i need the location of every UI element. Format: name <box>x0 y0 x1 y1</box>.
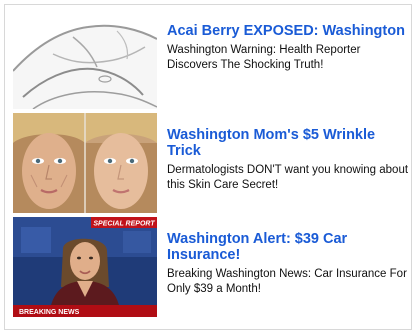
ad-headline[interactable]: Acai Berry EXPOSED: Washington <box>167 23 411 39</box>
ad-headline[interactable]: Washington Alert: $39 Car Insurance! <box>167 231 411 263</box>
ad-item-wrinkle[interactable]: Washington Mom's $5 Wrinkle Trick Dermat… <box>11 113 409 213</box>
ad-thumbnail-belly-sketch[interactable] <box>13 9 157 109</box>
ad-description: Breaking Washington News: Car Insurance … <box>167 268 407 295</box>
before-after-faces-image <box>13 113 157 213</box>
special-report-text: SPECIAL REPORT <box>93 221 155 228</box>
ad-headline[interactable]: Washington Mom's $5 Wrinkle Trick <box>167 127 411 159</box>
sponsored-ads-panel: Acai Berry EXPOSED: Washington Washingto… <box>4 4 412 330</box>
breaking-news-text: BREAKING NEWS <box>19 309 80 316</box>
ad-thumbnail-faces[interactable] <box>13 113 157 213</box>
ad-description: Washington Warning: Health Reporter Disc… <box>167 44 361 71</box>
belly-sketch-image <box>13 9 157 109</box>
news-anchor-image: SPECIAL REPORT BREAKING NEWS <box>13 217 157 317</box>
ad-item-acai[interactable]: Acai Berry EXPOSED: Washington Washingto… <box>11 9 409 109</box>
ad-description: Dermatologists DON'T want you knowing ab… <box>167 164 409 191</box>
ad-thumbnail-news-anchor[interactable]: SPECIAL REPORT BREAKING NEWS <box>13 217 157 317</box>
ad-item-car-insurance[interactable]: SPECIAL REPORT BREAKING NEWS Washington … <box>11 217 409 317</box>
